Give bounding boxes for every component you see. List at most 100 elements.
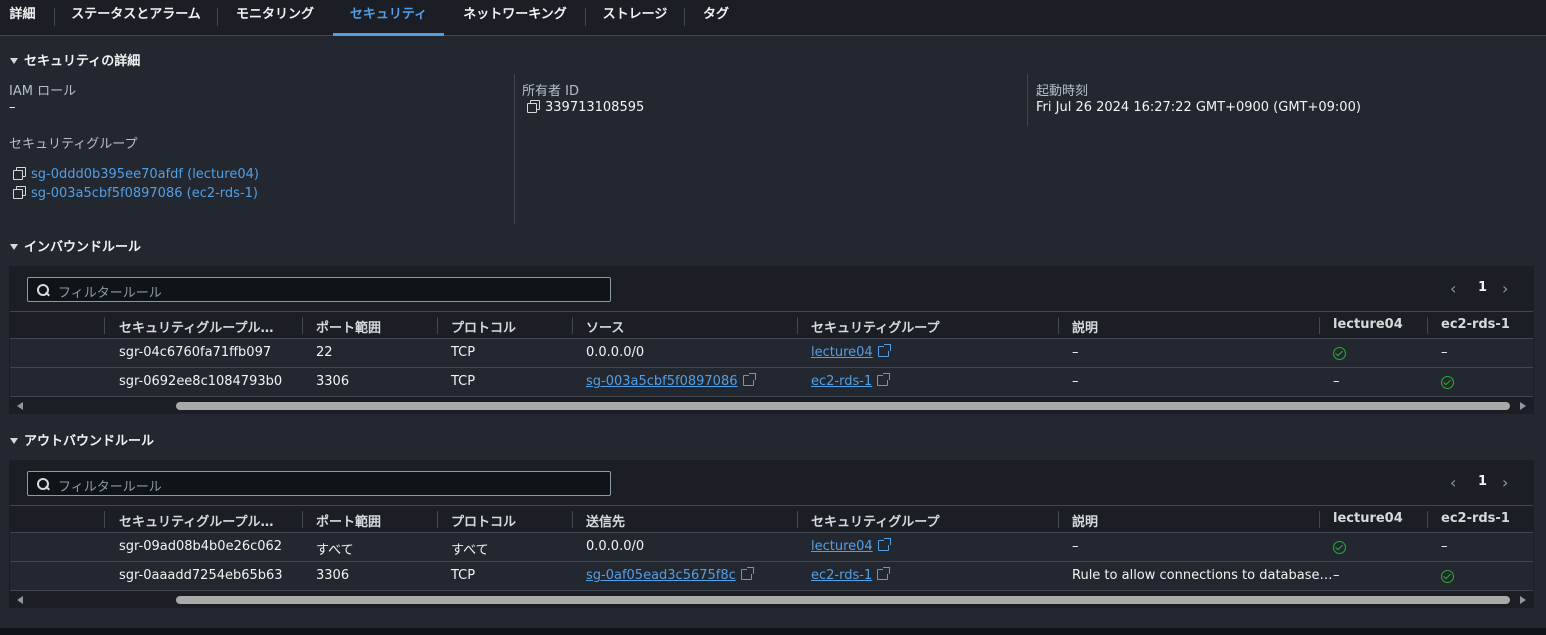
protocol: TCP [451,374,476,389]
column-divider [104,511,105,528]
security-group-link[interactable]: sg-0ddd0b395ee70afdf (lecture04) [13,167,259,182]
security-group-link[interactable]: ec2-rds-1 [811,373,891,389]
check-circle-icon [1441,376,1454,389]
security-group-label: セキュリティグループ [9,137,138,152]
horizontal-scrollbar[interactable] [10,399,1533,413]
security-group-link[interactable]: lecture04 [811,344,891,360]
column-header[interactable]: セキュリティグループル… [119,317,273,336]
rule-id: sgr-09ad08b4b0e26c062 [119,539,283,554]
outbound-rules-header[interactable]: アウトバウンドルール [10,430,154,449]
scroll-left-icon[interactable] [17,596,23,604]
inbound-filter-input[interactable]: フィルタールール [27,277,611,302]
iam-role-value: – [9,100,16,115]
page-number[interactable]: 1 [1478,474,1487,489]
column-header[interactable]: プロトコル [451,317,516,336]
lecture04-status [1333,347,1346,364]
column-header[interactable]: セキュリティグループル… [119,511,273,530]
ec2-rds-1-status: – [1441,539,1448,554]
column-divider [1058,317,1059,334]
external-link-icon [877,373,891,386]
column-header[interactable]: セキュリティグループ [811,317,939,336]
chevron-left-icon[interactable]: ‹ [1450,279,1456,298]
column-header[interactable]: ソース [586,317,624,336]
tab-tags[interactable]: タグ [690,0,742,36]
chevron-right-icon[interactable]: › [1502,473,1508,492]
bottom-edge [0,628,1546,635]
column-header[interactable]: 説明 [1072,317,1098,336]
inbound-rules-title: インバウンドルール [24,240,142,255]
column-divider [1319,317,1320,334]
rule-id: sgr-04c6760fa71ffb097 [119,345,272,360]
source-link[interactable]: sg-003a5cbf5f0897086 [586,373,756,389]
tab-storage[interactable]: ストレージ [590,0,680,36]
scrollbar-thumb[interactable] [176,402,1510,410]
column-header[interactable]: セキュリティグループ [811,511,939,530]
inbound-rules-header[interactable]: インバウンドルール [10,236,141,255]
column-divider [1319,511,1320,528]
column-divider [437,317,438,334]
column-header[interactable]: 説明 [1072,511,1098,530]
column-header[interactable]: プロトコル [451,511,516,530]
tab-networking[interactable]: ネットワーキング [450,0,580,36]
scroll-right-icon[interactable] [1520,402,1526,410]
description: Rule to allow connections to database… [1072,568,1333,583]
external-link-icon [877,567,891,580]
horizontal-scrollbar[interactable] [10,593,1533,607]
owner-id-value: 339713108595 [527,100,644,115]
iam-role-label: IAM ロール [9,84,77,99]
chevron-left-icon[interactable]: ‹ [1450,473,1456,492]
security-details-header[interactable]: セキュリティの詳細 [10,50,140,69]
column-divider [572,511,573,528]
table-row[interactable]: sgr-0692ee8c1084793b0 3306 TCP sg-003a5c… [10,368,1533,397]
destination-link[interactable]: sg-0af05ead3c5675f8c [586,567,754,583]
table-row[interactable]: sgr-04c6760fa71ffb097 22 TCP 0.0.0.0/0 l… [10,339,1533,368]
rule-id: sgr-0aaadd7254eb65b63 [119,568,283,583]
rule-id: sgr-0692ee8c1084793b0 [119,374,283,389]
column-header[interactable]: lecture04 [1333,317,1403,332]
table-row[interactable]: sgr-09ad08b4b0e26c062 すべて すべて 0.0.0.0/0 … [10,533,1533,562]
column-divider [1027,74,1028,126]
column-divider [302,317,303,334]
scroll-right-icon[interactable] [1520,596,1526,604]
protocol: TCP [451,568,476,583]
port-range: 3306 [316,374,350,389]
column-divider [437,511,438,528]
source: 0.0.0.0/0 [586,345,645,360]
column-header[interactable]: lecture04 [1333,511,1403,526]
scroll-left-icon[interactable] [17,402,23,410]
check-circle-icon [1333,347,1346,360]
owner-id-label: 所有者 ID [522,84,579,99]
column-divider [514,74,515,224]
column-header[interactable]: ec2-rds-1 [1441,317,1510,332]
column-header[interactable]: ポート範囲 [316,317,381,336]
copy-icon[interactable] [527,100,540,113]
protocol: TCP [451,345,476,360]
caret-down-icon [10,57,18,64]
security-group-link[interactable]: sg-003a5cbf5f0897086 (ec2-rds-1) [13,186,258,201]
column-header[interactable]: 送信先 [586,511,625,530]
security-group-link[interactable]: lecture04 [811,538,891,554]
column-divider [1427,511,1428,528]
tab-details[interactable]: 詳細 [0,0,45,36]
tab-bar: 詳細 ステータスとアラーム モニタリング セキュリティ ネットワーキング ストレ… [0,0,1546,36]
table-row[interactable]: sgr-0aaadd7254eb65b63 3306 TCP sg-0af05e… [10,562,1533,591]
tab-monitoring[interactable]: モニタリング [223,0,327,36]
column-header[interactable]: ec2-rds-1 [1441,511,1510,526]
tab-security[interactable]: セキュリティ [333,0,444,36]
external-link-icon [877,538,891,551]
page-number[interactable]: 1 [1478,280,1487,295]
copy-icon[interactable] [13,186,26,199]
tab-divider [217,8,218,26]
scrollbar-thumb[interactable] [176,596,1510,604]
security-group-link[interactable]: ec2-rds-1 [811,567,891,583]
port-range: 3306 [316,568,350,583]
column-divider [1427,317,1428,334]
chevron-right-icon[interactable]: › [1502,279,1508,298]
copy-icon[interactable] [13,167,26,180]
column-header[interactable]: ポート範囲 [316,511,381,530]
external-link-icon [877,344,891,357]
tab-status-alarms[interactable]: ステータスとアラーム [60,0,212,36]
description: – [1072,374,1079,389]
ec2-rds-1-status: – [1441,345,1448,360]
outbound-filter-input[interactable]: フィルタールール [27,471,611,496]
